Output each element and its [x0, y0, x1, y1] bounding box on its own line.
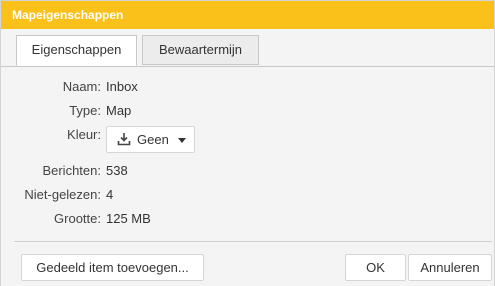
property-type-value: Map [106, 103, 132, 118]
tab-strip: Eigenschappen Bewaartermijn [1, 29, 494, 67]
add-shared-item-button[interactable]: Gedeeld item toevoegen... [21, 254, 204, 281]
tab-eigenschappen[interactable]: Eigenschappen [16, 35, 137, 66]
folder-properties-dialog: Mapeigenschappen Eigenschappen Bewaarter… [0, 0, 495, 286]
cancel-button[interactable]: Annuleren [408, 254, 492, 281]
property-name-value: Inbox [106, 79, 138, 94]
property-size-label: Grootte: [54, 211, 101, 226]
property-type-label: Type: [69, 103, 101, 118]
color-picker-button[interactable]: Geen [106, 126, 195, 153]
property-messages-value: 538 [106, 163, 128, 178]
property-size-row: Grootte: 125 MB [1, 211, 301, 229]
color-picker-value: Geen [137, 132, 169, 147]
property-size-value: 125 MB [106, 211, 151, 226]
dialog-titlebar[interactable]: Mapeigenschappen [1, 1, 494, 29]
caret-down-icon [178, 138, 186, 143]
ok-button[interactable]: OK [345, 254, 406, 281]
property-unread-row: Niet-gelezen: 4 [1, 187, 301, 205]
property-unread-value: 4 [106, 187, 114, 202]
property-name-label: Naam: [62, 79, 101, 94]
paint-bucket-icon [117, 133, 131, 146]
property-messages-label: Berichten: [42, 163, 101, 178]
dialog-title: Mapeigenschappen [12, 8, 124, 22]
property-unread-label: Niet-gelezen: [24, 187, 101, 202]
property-messages-row: Berichten: 538 [1, 163, 301, 181]
property-type-row: Type: Map [1, 103, 301, 121]
tab-bewaartermijn[interactable]: Bewaartermijn [142, 35, 259, 65]
footer-divider [14, 241, 492, 242]
property-name-row: Naam: Inbox [1, 79, 301, 97]
property-color-label: Kleur: [67, 127, 101, 142]
properties-panel: Naam: Inbox Type: Map Kleur: Geen Berich… [1, 66, 494, 286]
